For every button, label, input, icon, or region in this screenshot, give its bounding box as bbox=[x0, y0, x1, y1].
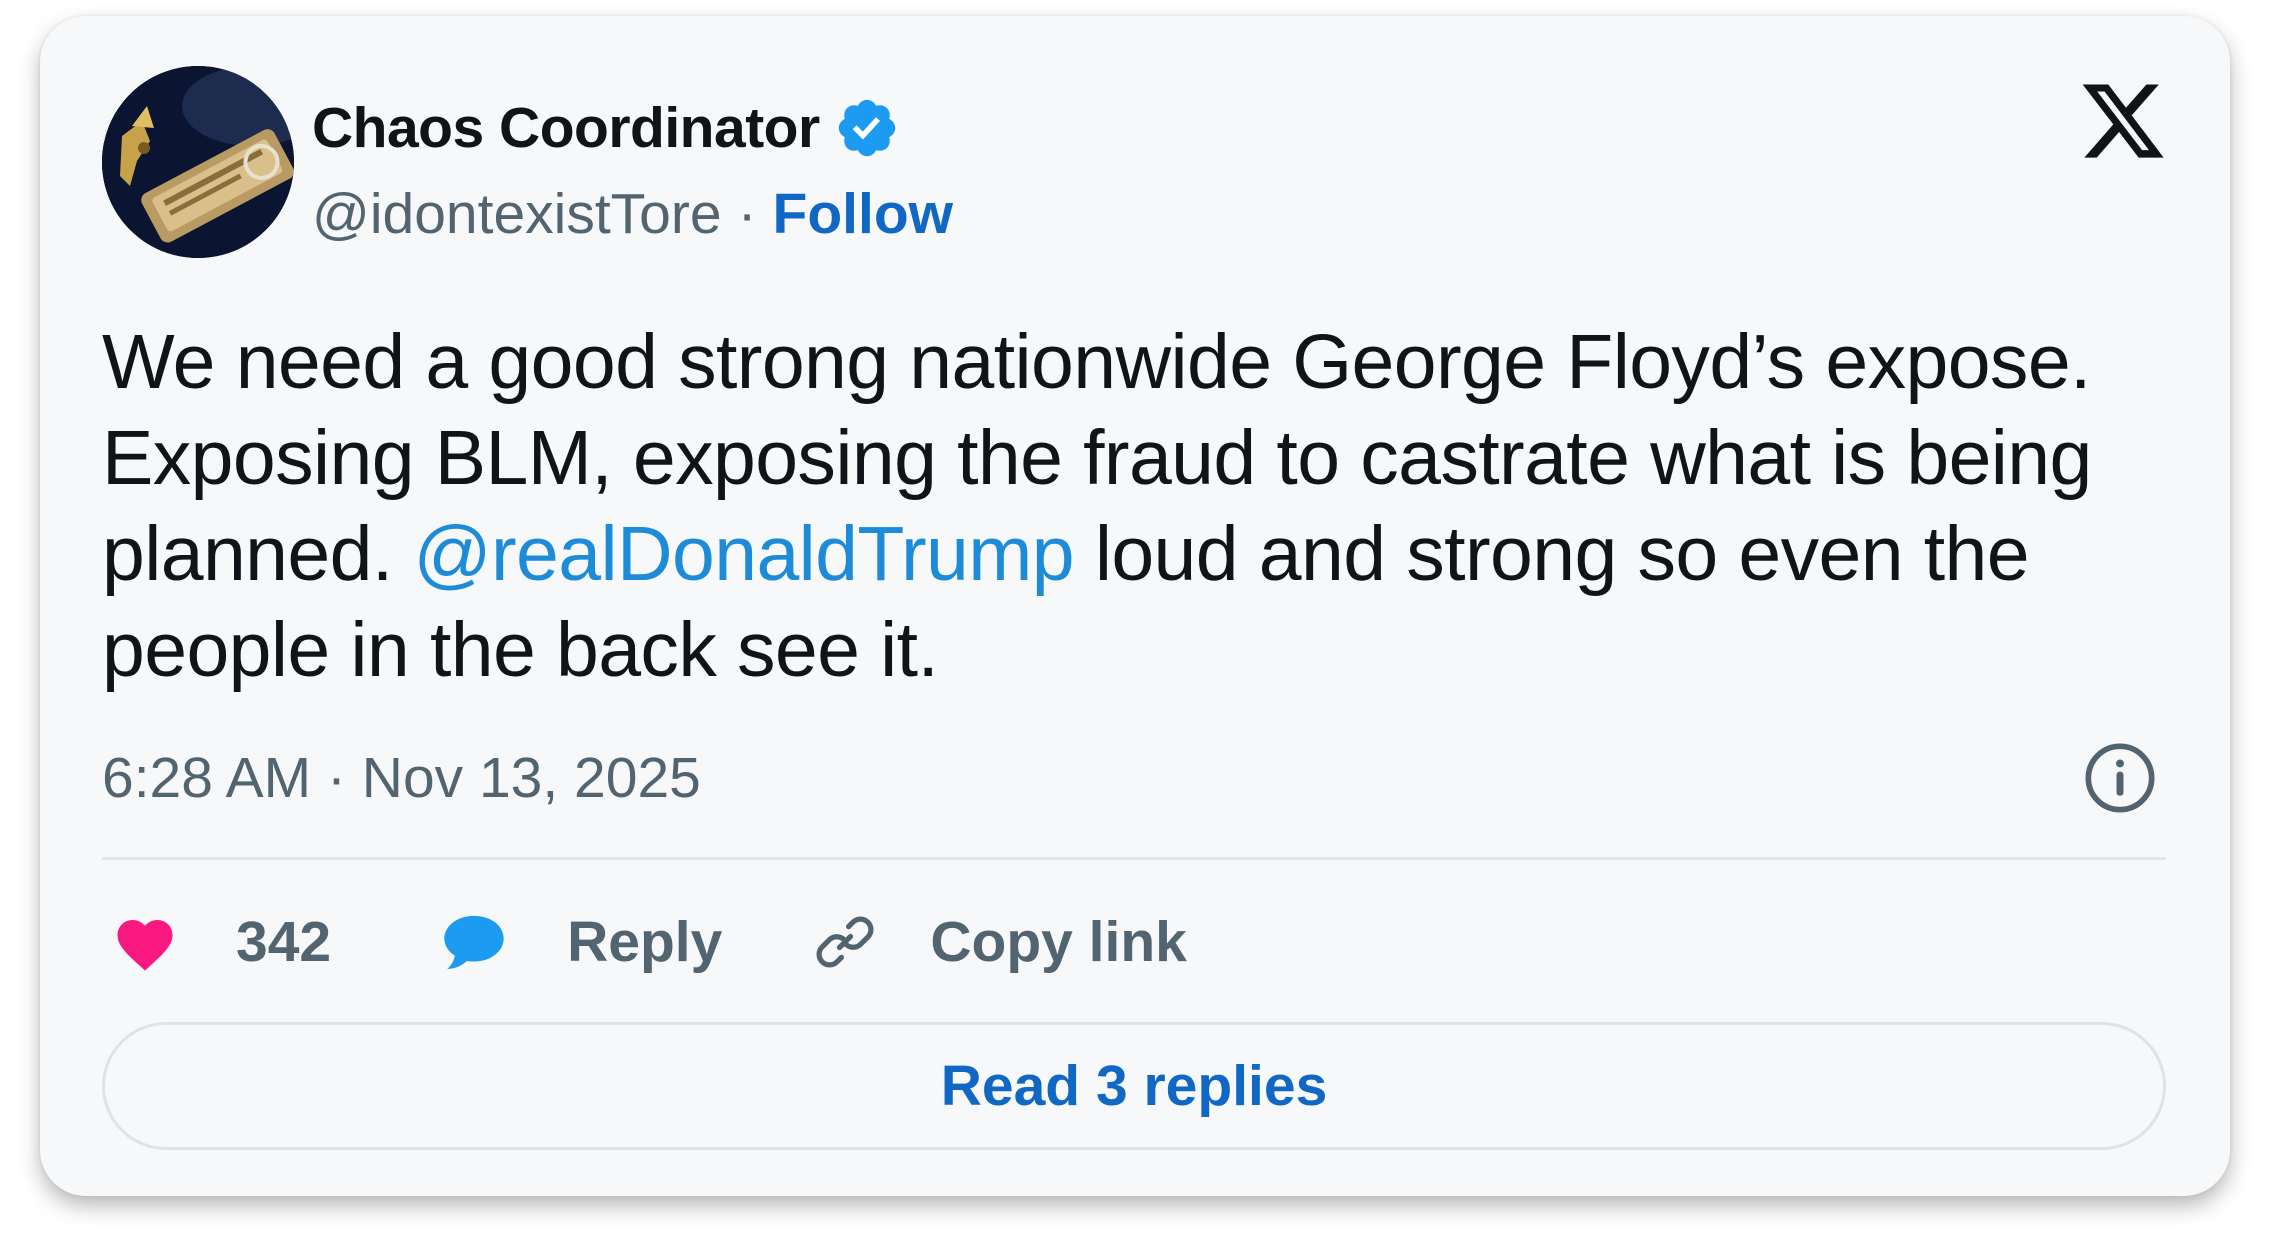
tweet-text: We need a good strong nationwide George … bbox=[102, 314, 2212, 698]
tweet-timestamp[interactable]: 6:28 AM · Nov 13, 2025 bbox=[102, 738, 701, 818]
avatar[interactable] bbox=[102, 66, 294, 258]
like-count: 342 bbox=[236, 910, 332, 974]
reply-label: Reply bbox=[567, 910, 723, 974]
copy-link-label: Copy link bbox=[930, 910, 1187, 974]
like-button[interactable]: 342 bbox=[112, 909, 331, 975]
handle-separator: · bbox=[737, 182, 757, 246]
read-replies-label: Read 3 replies bbox=[940, 1054, 1328, 1118]
link-icon bbox=[816, 916, 874, 968]
speech-bubble-icon bbox=[444, 915, 504, 970]
avatar-image bbox=[102, 66, 294, 258]
copy-link-button[interactable]: Copy link bbox=[812, 909, 1187, 975]
author-handle[interactable]: @idontexistTore bbox=[312, 181, 722, 247]
author-handle-row: @idontexistTore · Follow bbox=[312, 174, 953, 254]
action-bar: 342 Reply Copy link bbox=[112, 902, 1187, 982]
info-icon[interactable] bbox=[2082, 740, 2158, 816]
author-name-row: Chaos Coordinator bbox=[312, 88, 900, 168]
verified-badge-icon bbox=[838, 99, 895, 157]
x-logo-icon[interactable] bbox=[2078, 76, 2168, 166]
tweet-card: Chaos Coordinator @idontexistTore · Foll… bbox=[40, 16, 2230, 1196]
read-replies-button[interactable]: Read 3 replies bbox=[102, 1022, 2166, 1150]
reply-button[interactable]: Reply bbox=[439, 909, 722, 975]
author-display-name[interactable]: Chaos Coordinator bbox=[312, 95, 820, 161]
divider bbox=[102, 857, 2166, 860]
mention-link[interactable]: @realDonaldTrump bbox=[413, 511, 1074, 597]
heart-icon bbox=[117, 920, 173, 971]
follow-button[interactable]: Follow bbox=[773, 181, 953, 247]
